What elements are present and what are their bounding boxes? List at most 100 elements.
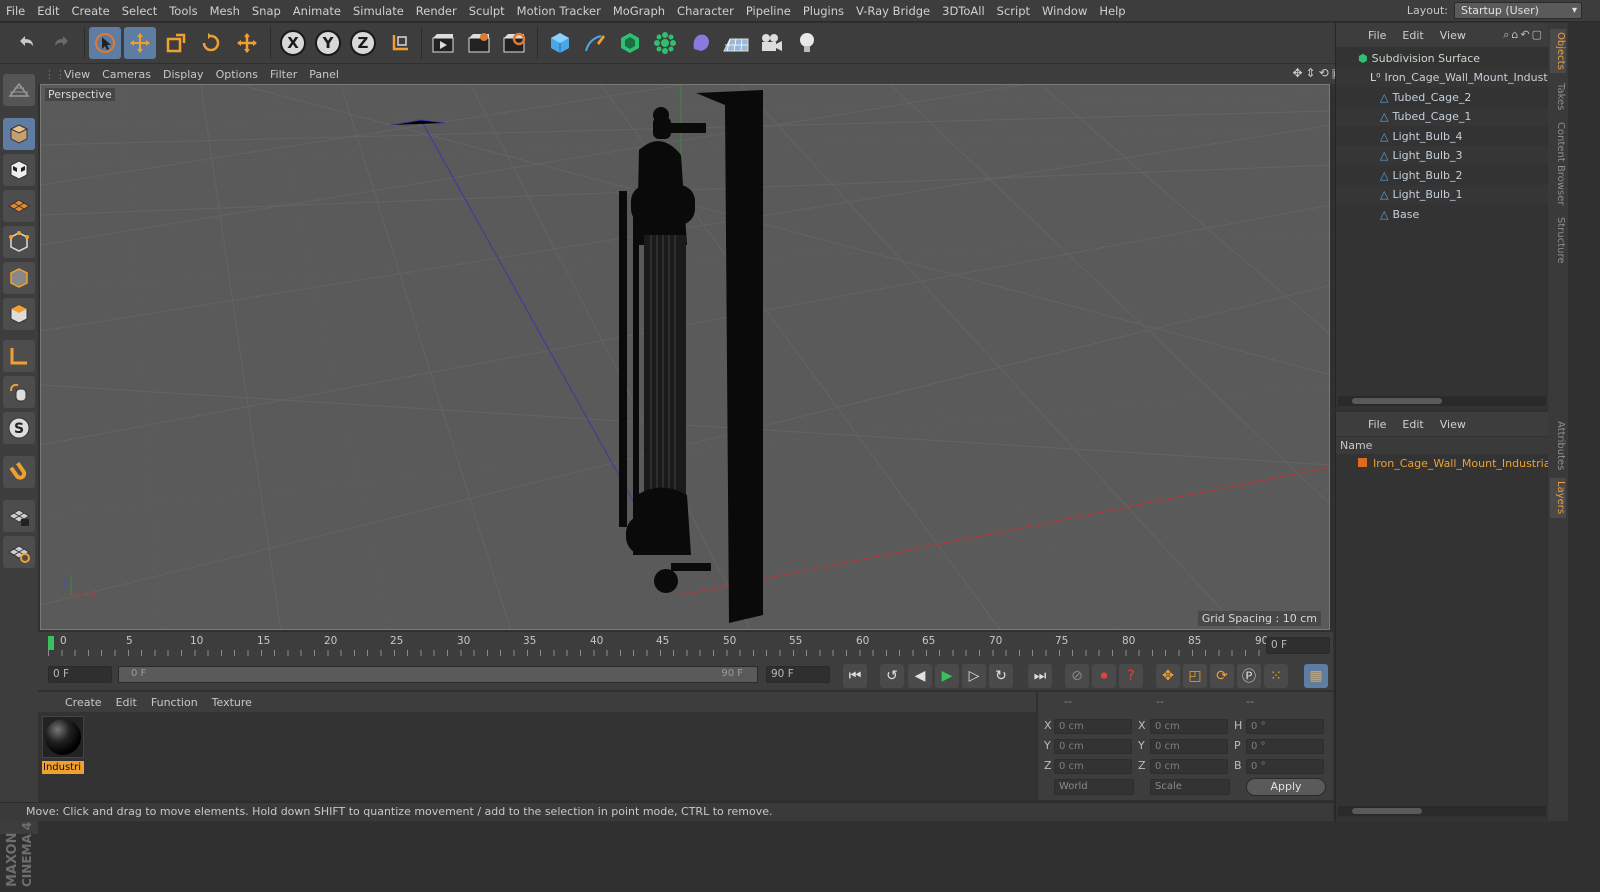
menu-mograph[interactable]: MoGraph: [607, 0, 671, 22]
tree-item-subdivision[interactable]: ⬢ Subdivision Surface: [1336, 49, 1548, 68]
menu-tools[interactable]: Tools: [163, 0, 203, 22]
texture-mode-icon[interactable]: [3, 154, 35, 186]
tab-attributes[interactable]: Attributes: [1550, 418, 1566, 474]
apply-button[interactable]: Apply: [1246, 778, 1326, 796]
viewport-menu-filter[interactable]: Filter: [264, 68, 303, 81]
tree-item-iron-cage[interactable]: L⁰ Iron_Cage_Wall_Mount_Industrial: [1336, 68, 1548, 87]
menu-help[interactable]: Help: [1093, 0, 1131, 22]
tree-item-light-bulb-2[interactable]: △ Light_Bulb_2: [1336, 166, 1548, 185]
polygons-mode-icon[interactable]: [3, 298, 35, 330]
deformer-icon[interactable]: [685, 27, 717, 59]
coordinate-space-dropdown[interactable]: World: [1054, 779, 1134, 795]
timeline-ruler[interactable]: 0 5 10 15 20 25 30 35 40 45 50 55 60 65 …: [38, 632, 1333, 660]
tweak-mode-icon[interactable]: [3, 376, 35, 408]
menu-snap[interactable]: Snap: [246, 0, 287, 22]
menu-sculpt[interactable]: Sculpt: [463, 0, 511, 22]
menu-3dtoall[interactable]: 3DToAll: [936, 0, 991, 22]
size-y-field[interactable]: 0 cm: [1150, 739, 1228, 754]
next-frame-icon[interactable]: ▷: [962, 664, 986, 688]
viewport-perspective[interactable]: z x Perspective Grid Spacing : 10 cm: [40, 84, 1330, 630]
layers-horizontal-scrollbar[interactable]: [1338, 806, 1546, 816]
tab-objects[interactable]: Objects: [1550, 29, 1566, 73]
play-forward-icon[interactable]: ▶: [935, 664, 959, 688]
rot-h-field[interactable]: 0 °: [1246, 719, 1324, 734]
light-icon[interactable]: [791, 27, 823, 59]
render-picture-viewer-icon[interactable]: [463, 27, 495, 59]
move-tool-icon[interactable]: [124, 27, 156, 59]
menu-file[interactable]: File: [0, 0, 31, 22]
redo-icon[interactable]: [46, 27, 78, 59]
layers-menu-file[interactable]: File: [1360, 418, 1394, 431]
objects-menu-edit[interactable]: Edit: [1394, 29, 1431, 42]
coordinate-system-icon[interactable]: [384, 27, 416, 59]
size-z-field[interactable]: 0 cm: [1150, 759, 1228, 774]
snapping-icon[interactable]: [3, 456, 35, 488]
pos-x-field[interactable]: 0 cm: [1054, 719, 1132, 734]
scale-tool-icon[interactable]: [160, 27, 192, 59]
layer-item[interactable]: Iron_Cage_Wall_Mount_Industrial: [1336, 454, 1548, 473]
axis-mode-icon[interactable]: [3, 340, 35, 372]
layers-menu-view[interactable]: View: [1432, 418, 1474, 431]
key-rotation-icon[interactable]: ⟳: [1210, 664, 1234, 688]
size-mode-dropdown[interactable]: Scale: [1150, 779, 1230, 795]
material-menu-edit[interactable]: Edit: [109, 696, 144, 709]
menu-motion-tracker[interactable]: Motion Tracker: [511, 0, 607, 22]
objects-horizontal-scrollbar[interactable]: [1338, 396, 1546, 406]
menu-plugins[interactable]: Plugins: [797, 0, 850, 22]
solo-mode-icon[interactable]: S: [3, 412, 35, 444]
rotate-tool-icon[interactable]: [195, 27, 227, 59]
pos-z-field[interactable]: 0 cm: [1054, 759, 1132, 774]
tree-item-light-bulb-1[interactable]: △ Light_Bulb_1: [1336, 185, 1548, 204]
rot-b-field[interactable]: 0 °: [1246, 759, 1324, 774]
go-to-start-icon[interactable]: ⏮: [843, 664, 867, 688]
key-position-icon[interactable]: ✥: [1156, 664, 1180, 688]
menu-simulate[interactable]: Simulate: [347, 0, 410, 22]
locked-workplane-icon[interactable]: [3, 500, 35, 532]
z-axis-lock[interactable]: Z: [347, 27, 379, 59]
previous-frame-icon[interactable]: ◀: [908, 664, 932, 688]
layers-menu-edit[interactable]: Edit: [1394, 418, 1431, 431]
workplane-mode-icon[interactable]: [3, 190, 35, 222]
frame-range-slider[interactable]: 0 F 90 F: [118, 666, 758, 683]
viewport-menu-options[interactable]: Options: [210, 68, 264, 81]
tab-layers[interactable]: Layers: [1550, 478, 1566, 518]
x-axis-lock[interactable]: X: [277, 27, 309, 59]
cube-primitive-icon[interactable]: [544, 27, 576, 59]
material-menu-create[interactable]: Create: [58, 696, 109, 709]
material-menu-texture[interactable]: Texture: [205, 696, 259, 709]
transform-tool-icon[interactable]: [231, 27, 263, 59]
tree-item-tubed-cage-1[interactable]: △ Tubed_Cage_1: [1336, 107, 1548, 126]
key-parameter-icon[interactable]: Ⓟ: [1237, 664, 1261, 688]
material-swatch[interactable]: Industri: [42, 716, 84, 774]
objects-menu-view[interactable]: View: [1432, 29, 1474, 42]
viewport-menu-cameras[interactable]: Cameras: [96, 68, 157, 81]
menu-render[interactable]: Render: [410, 0, 463, 22]
menu-character[interactable]: Character: [671, 0, 740, 22]
viewport-menu-panel[interactable]: Panel: [303, 68, 345, 81]
planar-workplane-icon[interactable]: [3, 536, 35, 568]
render-view-icon[interactable]: [427, 27, 459, 59]
menu-create[interactable]: Create: [66, 0, 116, 22]
tab-takes[interactable]: Takes: [1550, 79, 1566, 115]
key-pla-icon[interactable]: ⁙: [1264, 664, 1288, 688]
layout-dropdown[interactable]: Startup (User): [1454, 2, 1582, 19]
panel-grip-icon[interactable]: ⋮⋮: [38, 68, 66, 81]
floor-environment-icon[interactable]: [720, 27, 752, 59]
size-x-field[interactable]: 0 cm: [1150, 719, 1228, 734]
menu-animate[interactable]: Animate: [287, 0, 347, 22]
tree-item-light-bulb-3[interactable]: △ Light_Bulb_3: [1336, 146, 1548, 165]
tree-item-base[interactable]: △ Base: [1336, 205, 1548, 224]
key-scale-icon[interactable]: ◰: [1183, 664, 1207, 688]
timeline-window-icon[interactable]: ▦: [1304, 664, 1328, 688]
material-menu-function[interactable]: Function: [144, 696, 205, 709]
tree-item-tubed-cage-2[interactable]: △ Tubed_Cage_2: [1336, 88, 1548, 107]
tree-item-light-bulb-4[interactable]: △ Light_Bulb_4: [1336, 127, 1548, 146]
menu-select[interactable]: Select: [116, 0, 163, 22]
model-mode-icon[interactable]: [3, 118, 35, 150]
menu-mesh[interactable]: Mesh: [204, 0, 246, 22]
mograph-cloner-icon[interactable]: [649, 27, 681, 59]
menu-window[interactable]: Window: [1036, 0, 1093, 22]
y-axis-lock[interactable]: Y: [312, 27, 344, 59]
rot-p-field[interactable]: 0 °: [1246, 739, 1324, 754]
menu-edit[interactable]: Edit: [31, 0, 65, 22]
